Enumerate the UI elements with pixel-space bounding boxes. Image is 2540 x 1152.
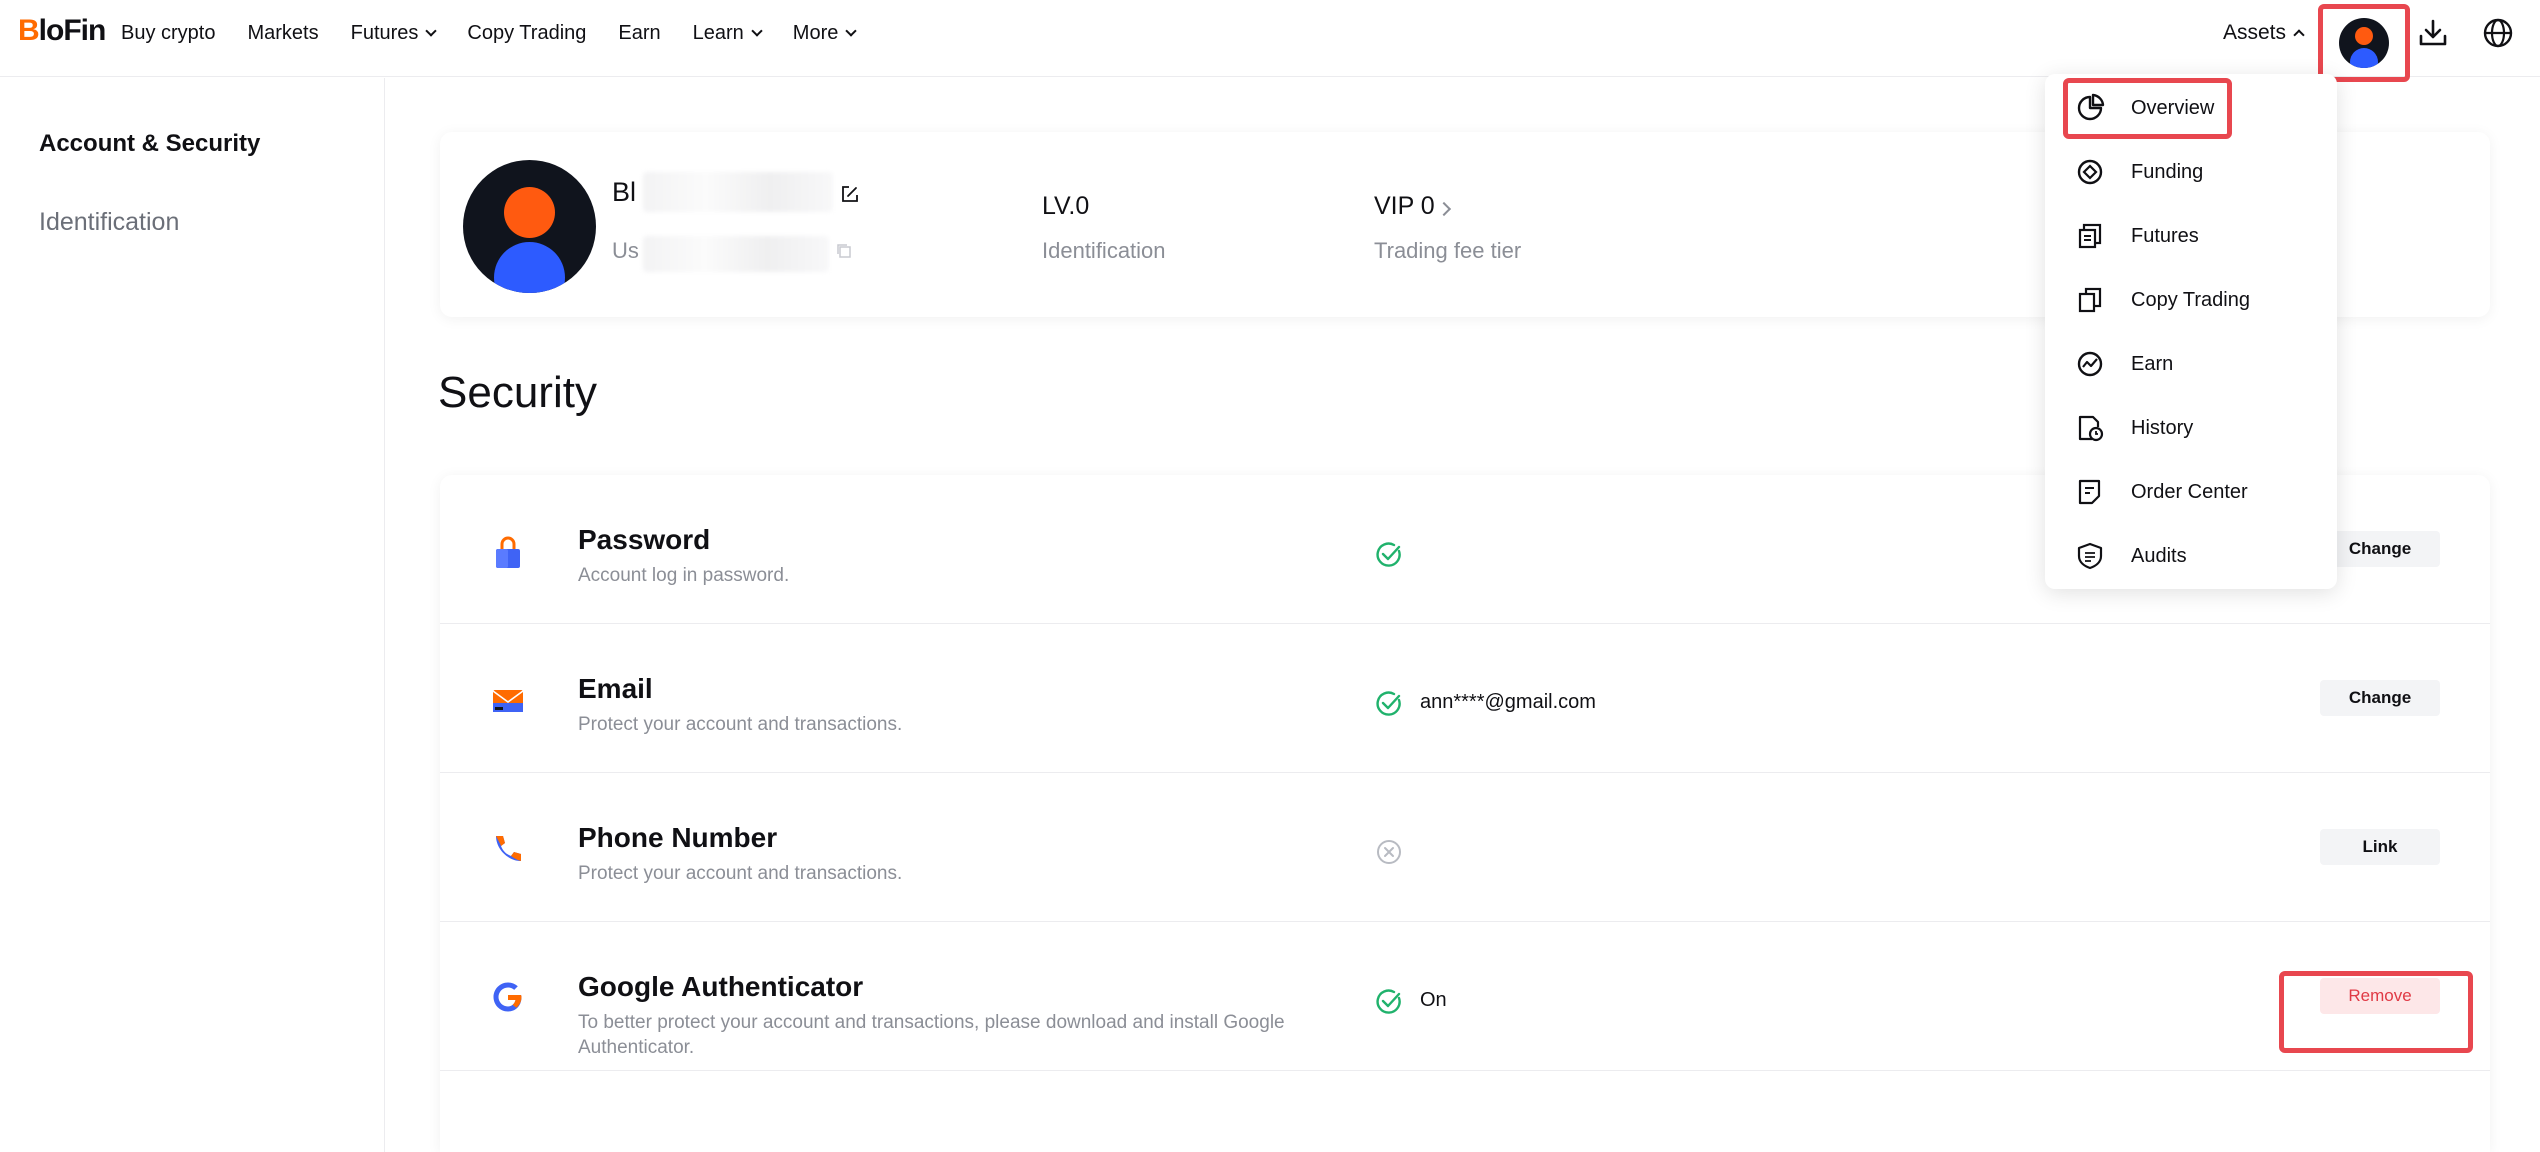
change-password-button[interactable]: Change xyxy=(2320,531,2440,567)
row-description: To better protect your account and trans… xyxy=(578,1012,1285,1058)
row-title: Email xyxy=(578,673,653,704)
email-value: ann****@gmail.com xyxy=(1420,691,1596,713)
nav-more[interactable]: More xyxy=(793,22,858,45)
lock-icon xyxy=(496,536,520,568)
row-description: Protect your account and transactions. xyxy=(578,714,903,735)
audits-icon xyxy=(2077,542,2103,570)
google-icon xyxy=(493,982,522,1012)
phone-icon xyxy=(496,836,521,861)
row-description: Account log in password. xyxy=(578,565,790,586)
change-email-button[interactable]: Change xyxy=(2320,680,2440,716)
nav-learn[interactable]: Learn xyxy=(693,22,763,45)
security-row-google-authenticator: Google Authenticator To better protect y… xyxy=(440,922,2490,1071)
security-row-phone: Phone Number Protect your account and tr… xyxy=(440,773,2490,922)
nav-earn[interactable]: Earn xyxy=(618,22,660,45)
row-description: Protect your account and transactions. xyxy=(578,863,903,884)
blofin-logo[interactable]: BloFin xyxy=(18,14,106,48)
menu-item-audits[interactable]: Audits xyxy=(2075,536,2315,576)
profile-avatar xyxy=(463,160,596,293)
envelope-icon xyxy=(492,690,524,712)
username: Bl xyxy=(612,177,637,207)
sidebar-item-account-security[interactable]: Account & Security xyxy=(39,130,260,158)
redacted-user-id xyxy=(643,236,829,272)
row-title: Password xyxy=(578,524,711,555)
x-circle-icon xyxy=(1377,840,1401,864)
check-circle-icon xyxy=(1376,542,1401,567)
security-heading: Security xyxy=(438,368,597,417)
chevron-up-icon xyxy=(2293,29,2305,41)
chevron-right-icon xyxy=(1436,201,1451,217)
nav-buy-crypto[interactable]: Buy crypto xyxy=(121,22,215,45)
row-title: Google Authenticator xyxy=(578,971,864,1002)
link-phone-button[interactable]: Link xyxy=(2320,829,2440,865)
sidebar: Account & Security Identification xyxy=(0,78,385,1152)
copy-trading-icon xyxy=(2078,287,2102,313)
assets-dropdown-menu: Overview Funding Futures Copy Trading Ea… xyxy=(2045,74,2337,589)
copy-icon[interactable] xyxy=(835,242,853,260)
overview-highlight xyxy=(2063,78,2232,139)
vip-tier-link[interactable]: VIP 0 xyxy=(1374,192,1451,221)
remove-button-highlight xyxy=(2279,971,2473,1053)
menu-item-history[interactable]: History xyxy=(2075,408,2315,448)
menu-item-futures[interactable]: Futures xyxy=(2075,216,2315,256)
chevron-down-icon xyxy=(425,24,438,37)
security-row-email: Email Protect your account and transacti… xyxy=(440,624,2490,773)
menu-item-funding[interactable]: Funding xyxy=(2075,152,2315,192)
row-title: Phone Number xyxy=(578,822,778,853)
sidebar-item-identification[interactable]: Identification xyxy=(39,208,179,237)
avatar xyxy=(2339,18,2389,68)
globe-icon[interactable] xyxy=(2481,16,2515,50)
download-icon[interactable] xyxy=(2416,16,2450,50)
nav-markets[interactable]: Markets xyxy=(247,22,318,45)
check-circle-icon xyxy=(1376,989,1401,1014)
redacted-username xyxy=(643,172,833,212)
level-label: Identification xyxy=(1042,238,1166,263)
nav-futures[interactable]: Futures xyxy=(351,22,438,45)
history-icon xyxy=(2078,415,2104,442)
user-id: Us xyxy=(612,238,639,263)
funding-icon xyxy=(2077,159,2103,185)
chevron-down-icon xyxy=(845,24,858,37)
menu-item-order-center[interactable]: Order Center xyxy=(2075,472,2315,512)
level-value: LV.0 xyxy=(1042,192,1090,220)
main-nav: Buy crypto Markets Futures Copy Trading … xyxy=(121,0,887,66)
menu-item-copy-trading[interactable]: Copy Trading xyxy=(2075,280,2315,320)
user-avatar-button[interactable] xyxy=(2318,4,2410,82)
top-navigation: BloFin Buy crypto Markets Futures Copy T… xyxy=(0,0,2540,82)
nav-copy-trading[interactable]: Copy Trading xyxy=(467,22,586,45)
order-center-icon xyxy=(2078,479,2101,505)
check-circle-icon xyxy=(1376,691,1401,716)
chevron-down-icon xyxy=(751,24,763,37)
vip-tier-label: Trading fee tier xyxy=(1374,238,1522,263)
authenticator-status: On xyxy=(1420,989,1447,1011)
futures-icon xyxy=(2078,223,2102,249)
earn-icon xyxy=(2077,351,2103,377)
menu-item-earn[interactable]: Earn xyxy=(2075,344,2315,384)
edit-icon[interactable] xyxy=(840,184,860,204)
assets-menu-trigger[interactable]: Assets xyxy=(2223,0,2305,66)
